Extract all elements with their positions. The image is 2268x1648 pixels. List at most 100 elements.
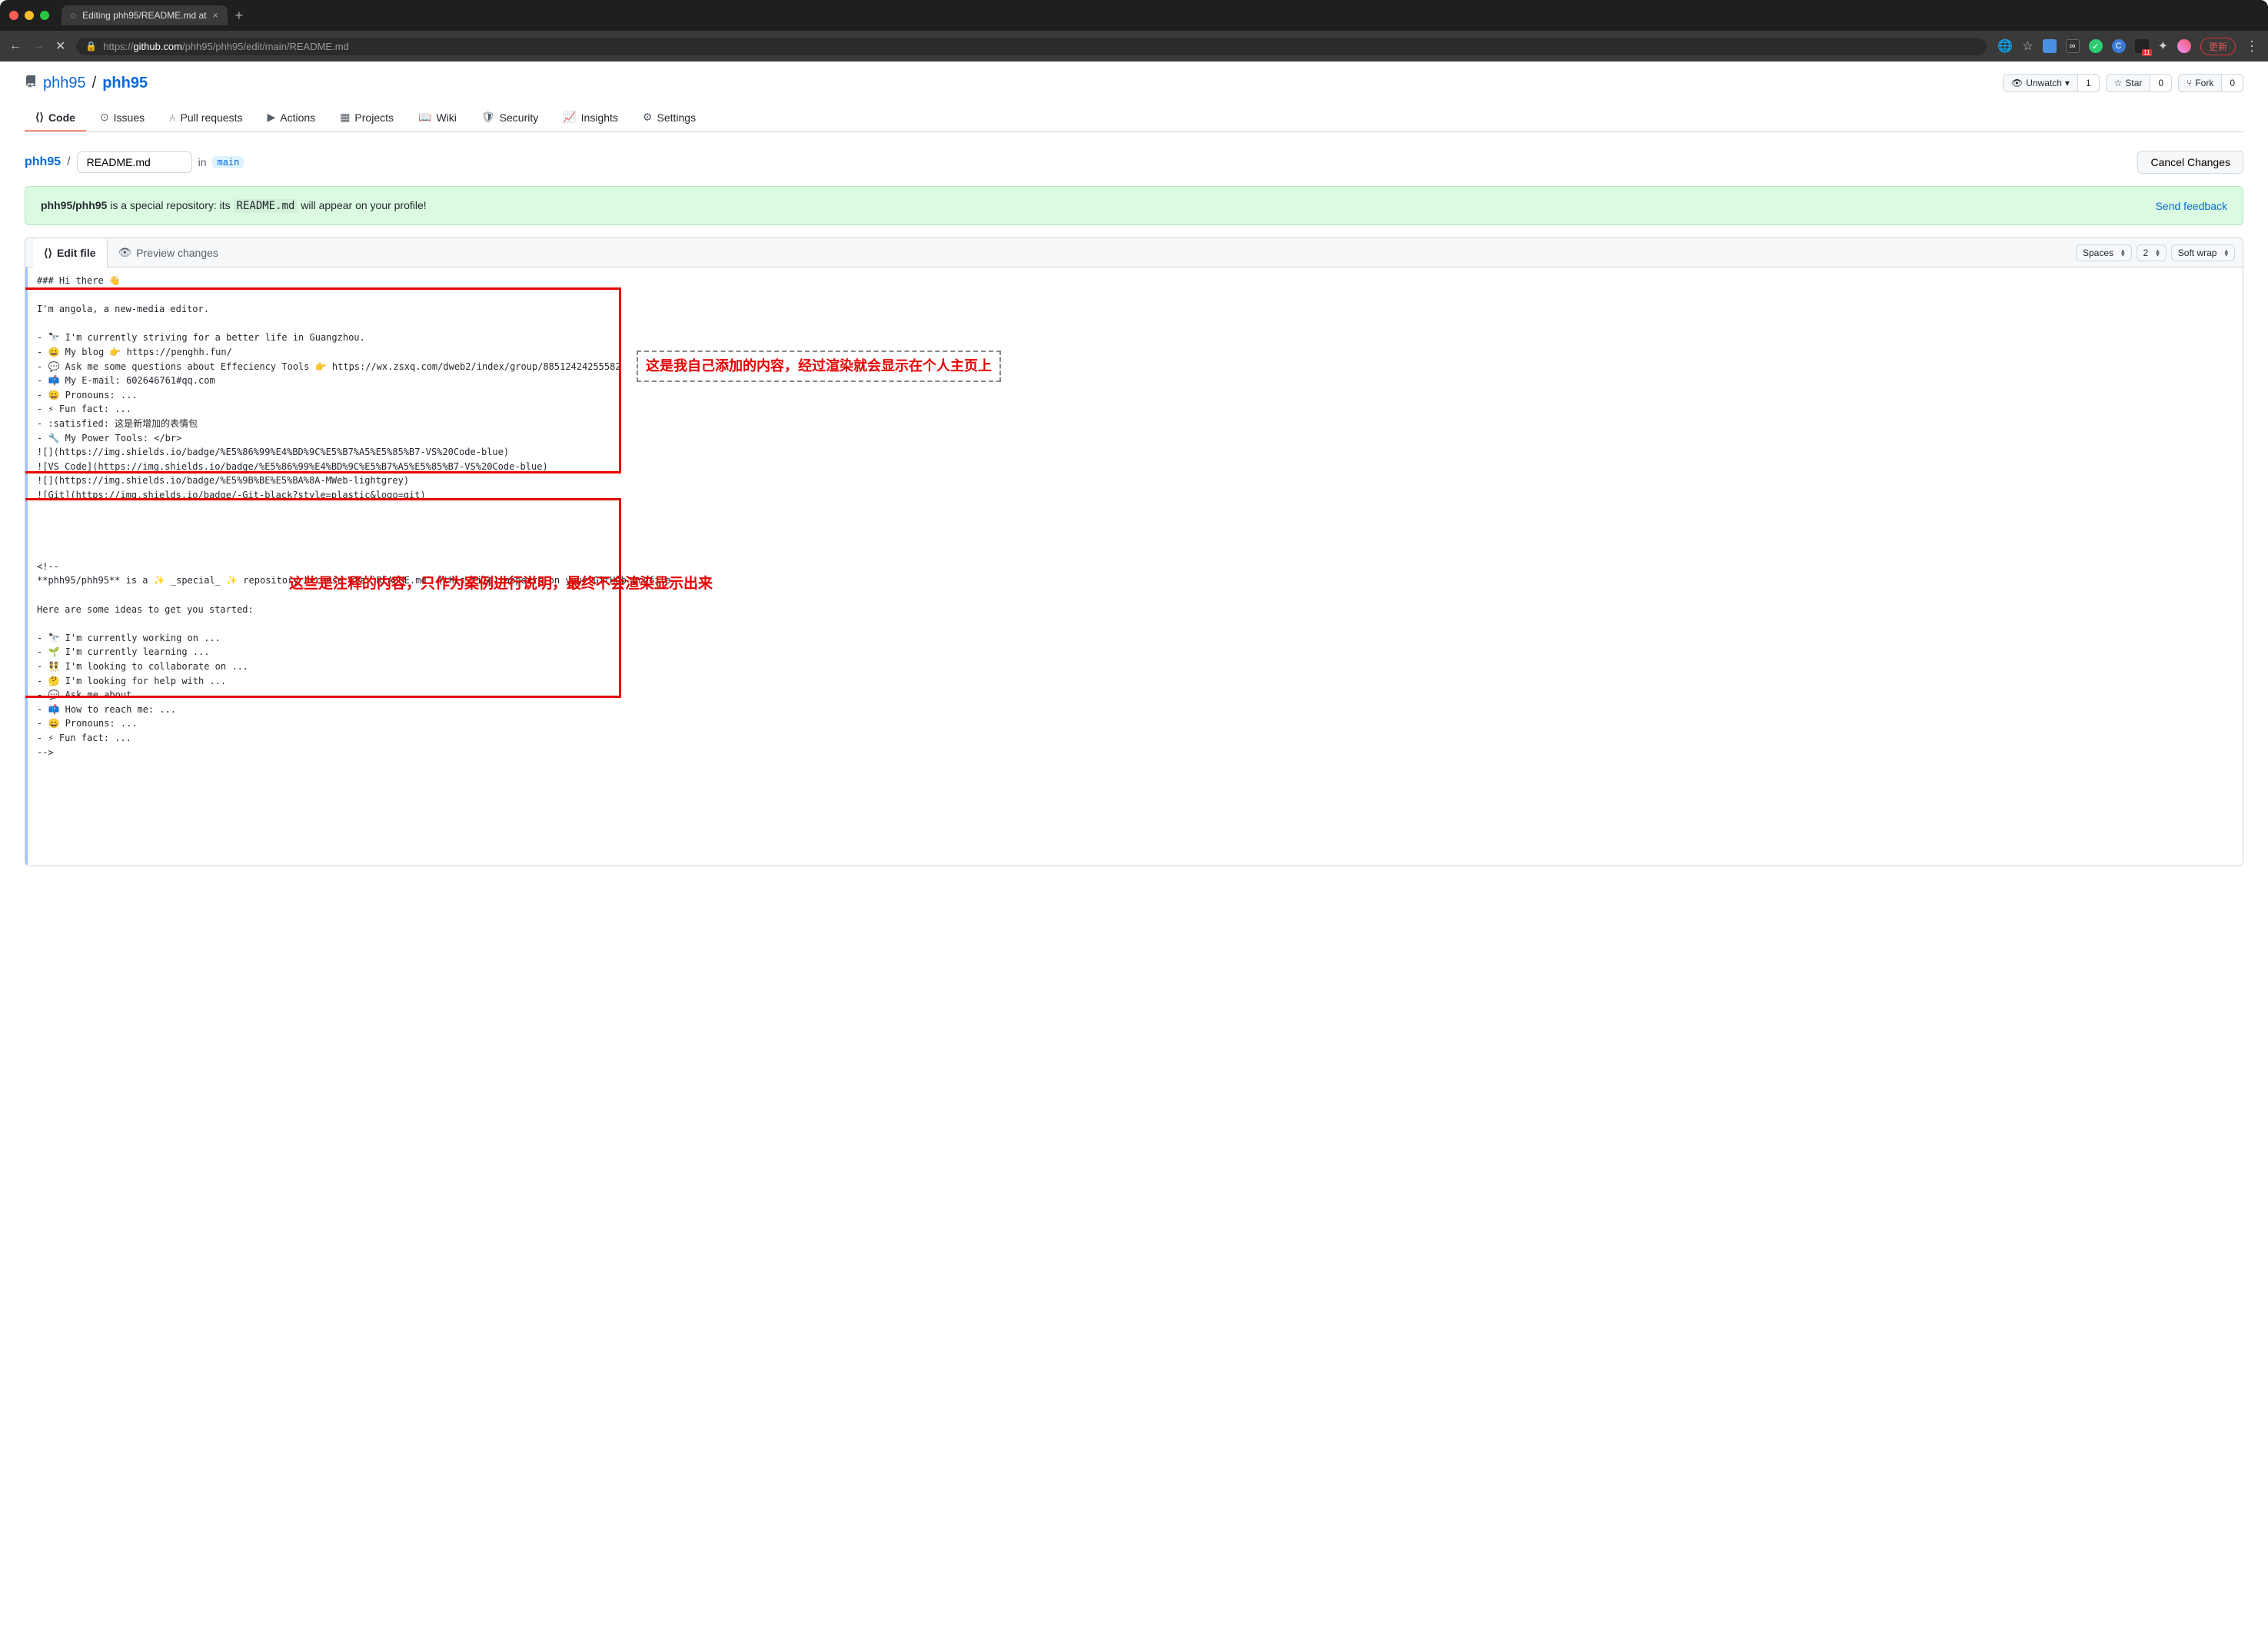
code-line[interactable]: - 🤔 I'm looking for help with ... xyxy=(37,674,2233,689)
branch-pill: main xyxy=(212,156,244,168)
editor-tabs: ⟨⟩Edit file 👁Preview changes Spaces▴▾ 2▴… xyxy=(25,238,2243,267)
cancel-changes-button[interactable]: Cancel Changes xyxy=(2137,151,2243,174)
banner-text: phh95/phh95 is a special repository: its… xyxy=(41,199,427,212)
code-line[interactable]: ### Hi there 👋 xyxy=(37,274,2233,288)
code-line[interactable]: - :satisfied: 这是新增加的表情包 xyxy=(37,417,2233,431)
code-editor[interactable]: ### Hi there 👋 I'm angola, a new-media e… xyxy=(25,267,2243,866)
github-favicon: ◌ xyxy=(71,10,76,21)
address-bar[interactable]: 🔒 https://github.com/phh95/phh95/edit/ma… xyxy=(76,38,1987,55)
browser-tab[interactable]: ◌ Editing phh95/README.md at × xyxy=(62,5,228,25)
wiki-icon: 📖 xyxy=(418,111,431,124)
indent-mode-select[interactable]: Spaces▴▾ xyxy=(2076,244,2132,261)
send-feedback-link[interactable]: Send feedback xyxy=(2156,200,2227,212)
file-path-row: phh95 / in main Cancel Changes xyxy=(25,151,2243,174)
nav-projects[interactable]: ▦Projects xyxy=(329,105,404,131)
issues-icon: ⊙ xyxy=(100,111,109,124)
watch-count[interactable]: 1 xyxy=(2077,75,2099,91)
fork-count[interactable]: 0 xyxy=(2221,75,2243,91)
code-line[interactable]: ![Git](https://img.shields.io/badge/-Git… xyxy=(37,488,2233,503)
code-line[interactable]: ![](https://img.shields.io/badge/%E5%9B%… xyxy=(37,473,2233,488)
code-line[interactable]: - 😄 Pronouns: ... xyxy=(37,716,2233,731)
actions-icon: ▶ xyxy=(267,111,275,124)
code-line[interactable]: - 😄 My blog 👉 https://penghh.fun/ xyxy=(37,345,2233,360)
code-line[interactable]: - 👯 I'm looking to collaborate on ... xyxy=(37,660,2233,674)
extension-icon-3[interactable]: ✓ xyxy=(2089,39,2103,53)
nav-issues[interactable]: ⊙Issues xyxy=(89,105,155,131)
code-line[interactable]: - 🌱 I'm currently learning ... xyxy=(37,645,2233,660)
profile-avatar[interactable] xyxy=(2177,39,2191,53)
forward-button[interactable]: → xyxy=(32,39,45,53)
code-line[interactable] xyxy=(37,317,2233,331)
new-tab-button[interactable]: + xyxy=(235,8,244,24)
code-line[interactable] xyxy=(37,545,2233,560)
editor-area: phh95 / in main Cancel Changes phh95/phh… xyxy=(0,132,2268,885)
nav-security[interactable]: 🛡Security xyxy=(471,105,549,131)
extension-icon-2[interactable]: ∞ xyxy=(2066,39,2080,53)
code-line[interactable]: <!-- xyxy=(37,560,2233,574)
nav-insights[interactable]: 📈Insights xyxy=(552,105,629,131)
code-line[interactable]: - 💬 Ask me about ... xyxy=(37,688,2233,703)
code-line[interactable]: - ⚡ Fun fact: ... xyxy=(37,731,2233,746)
code-line[interactable]: ![VS Code](https://img.shields.io/badge/… xyxy=(37,460,2233,474)
code-line[interactable] xyxy=(37,531,2233,546)
close-window-button[interactable] xyxy=(9,11,18,20)
unwatch-button[interactable]: 👁Unwatch▾ 1 xyxy=(2003,74,2100,92)
code-line[interactable]: ![](https://img.shields.io/badge/%E5%86%… xyxy=(37,445,2233,460)
stop-reload-button[interactable]: ✕ xyxy=(55,38,65,54)
repo-name-link[interactable]: phh95 xyxy=(102,75,148,92)
code-line[interactable] xyxy=(37,588,2233,603)
code-line[interactable]: - 💬 Ask me some questions about Effecien… xyxy=(37,360,2233,374)
back-button[interactable]: ← xyxy=(9,39,22,53)
fork-button[interactable]: ⑂Fork 0 xyxy=(2178,74,2243,92)
code-line[interactable]: --> xyxy=(37,746,2233,760)
code-line[interactable]: - 🔧 My Power Tools: </br> xyxy=(37,431,2233,446)
code-line[interactable]: - 📫 How to reach me: ... xyxy=(37,703,2233,717)
code-line[interactable] xyxy=(37,517,2233,531)
code-line[interactable]: - 🔭 I'm currently striving for a better … xyxy=(37,331,2233,345)
extensions-puzzle-icon[interactable]: ✦ xyxy=(2158,38,2168,54)
url-text: https://github.com/phh95/phh95/edit/main… xyxy=(103,41,1977,52)
extension-icon-5[interactable]: 11 xyxy=(2135,39,2149,53)
wrap-mode-select[interactable]: Soft wrap▴▾ xyxy=(2171,244,2235,261)
bookmark-star-icon[interactable]: ☆ xyxy=(2022,38,2033,54)
in-label: in xyxy=(198,156,207,168)
star-count[interactable]: 0 xyxy=(2150,75,2171,91)
extension-icon-1[interactable] xyxy=(2043,39,2057,53)
code-line[interactable]: I'm angola, a new-media editor. xyxy=(37,302,2233,317)
code-line[interactable] xyxy=(37,288,2233,303)
update-button[interactable]: 更新 xyxy=(2200,38,2236,55)
code-line[interactable]: - 🔭 I'm currently working on ... xyxy=(37,631,2233,646)
nav-pull-requests[interactable]: ⑃Pull requests xyxy=(158,105,253,131)
filename-input[interactable] xyxy=(77,151,192,173)
code-line[interactable]: - 😄 Pronouns: ... xyxy=(37,388,2233,403)
eye-icon: 👁 xyxy=(2011,78,2023,88)
editor-box: ⟨⟩Edit file 👁Preview changes Spaces▴▾ 2▴… xyxy=(25,238,2243,866)
maximize-window-button[interactable] xyxy=(40,11,49,20)
browser-menu-icon[interactable]: ⋮ xyxy=(2245,38,2259,55)
nav-actions[interactable]: ▶Actions xyxy=(256,105,326,131)
star-button[interactable]: ☆Star 0 xyxy=(2106,74,2172,92)
nav-settings[interactable]: ⚙Settings xyxy=(632,105,707,131)
nav-wiki[interactable]: 📖Wiki xyxy=(407,105,467,131)
repo-header: phh95 / phh95 👁Unwatch▾ 1 ☆Star 0 ⑂Fork … xyxy=(0,61,2268,132)
repo-owner-link[interactable]: phh95 xyxy=(43,75,86,92)
indent-size-select[interactable]: 2▴▾ xyxy=(2137,244,2167,261)
path-repo-link[interactable]: phh95 xyxy=(25,155,61,169)
minimize-window-button[interactable] xyxy=(25,11,34,20)
tab-preview-changes[interactable]: 👁Preview changes xyxy=(108,238,229,267)
close-tab-icon[interactable]: × xyxy=(213,10,218,21)
translate-icon[interactable]: 🌐 xyxy=(1997,38,2013,54)
code-line[interactable]: Here are some ideas to get you started: xyxy=(37,603,2233,617)
code-line[interactable]: - 📫 My E-mail: 602646761#qq.com xyxy=(37,374,2233,388)
extension-icon-4[interactable]: C xyxy=(2112,39,2126,53)
repo-icon xyxy=(25,75,37,92)
nav-code[interactable]: ⟨⟩Code xyxy=(25,105,86,131)
code-line[interactable] xyxy=(37,616,2233,631)
tab-edit-file[interactable]: ⟨⟩Edit file xyxy=(33,238,108,267)
code-icon: ⟨⟩ xyxy=(44,247,52,260)
browser-navbar: ← → ✕ 🔒 https://github.com/phh95/phh95/e… xyxy=(0,31,2268,61)
pr-icon: ⑃ xyxy=(169,111,175,124)
code-line[interactable]: - ⚡ Fun fact: ... xyxy=(37,402,2233,417)
code-line[interactable] xyxy=(37,503,2233,517)
code-line[interactable]: **phh95/phh95** is a ✨ _special_ ✨ repos… xyxy=(37,573,2233,588)
